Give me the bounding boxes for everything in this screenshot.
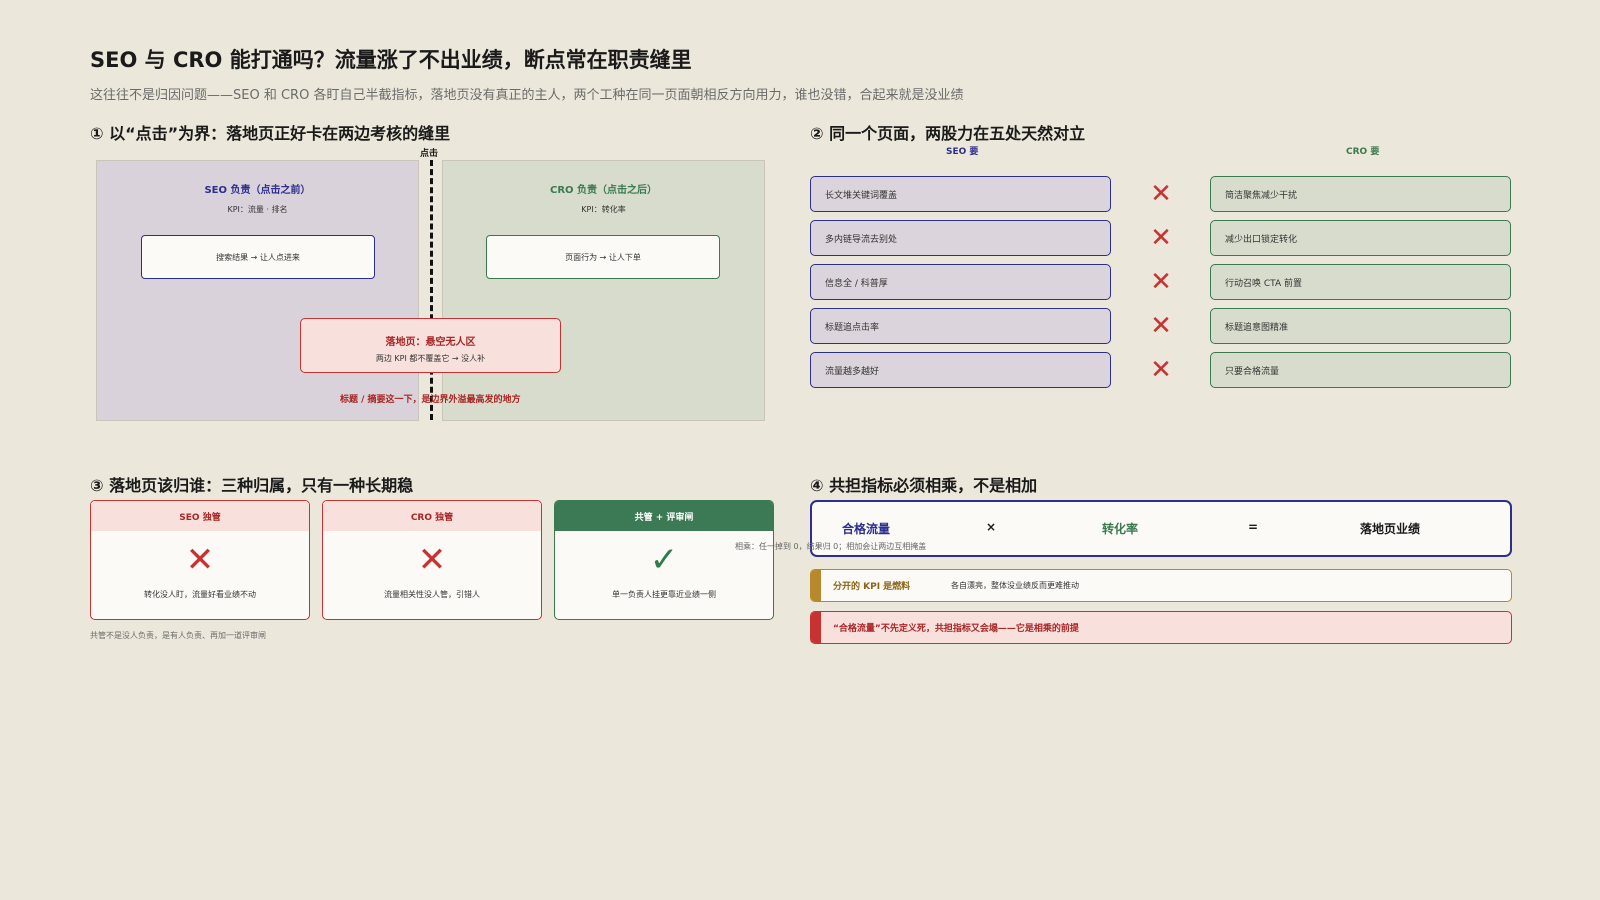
ownership-card-cro: CRO 独管 ✕ 流量相关性没人管，引错人 — [322, 500, 542, 620]
cro-zone-title: CRO 负责（点击之后） — [549, 185, 658, 196]
cro-demand-2: 减少出口锁定转化 — [1210, 220, 1511, 256]
seo-demand-4: 标题追点击率 — [810, 308, 1111, 344]
kpi-fuel-bar: 分开的 KPI 是燃料 各自漂亮，整体没业绩反而更难推动 — [810, 569, 1512, 602]
page-subtitle: 这往往不是归因问题——SEO 和 CRO 各盯自己半截指标，落地页没有真正的主人… — [90, 88, 964, 103]
qualified-traffic-bar: “合格流量”不先定义死，共担指标又会塌——它是相乘的前提 — [810, 611, 1512, 644]
cro-demand-5: 只要合格流量 — [1210, 352, 1511, 388]
landing-page-box: 落地页：悬空无人区 两边 KPI 都不覆盖它 → 没人补 — [300, 318, 561, 373]
section3-title: ③ 落地页该归谁：三种归属，只有一种长期稳 — [90, 476, 414, 495]
landing-note: 标题 / 摘要这一下，是边界外溢最高发的地方 — [340, 395, 521, 405]
cross-icon: ✕ — [185, 540, 215, 580]
cro-demand-1: 简洁聚焦减少干扰 — [1210, 176, 1511, 212]
card-desc: 转化没人盯，流量好看业绩不动 — [144, 590, 256, 599]
multiply-icon: × — [986, 520, 997, 534]
conflict-icon: ✕ — [1150, 355, 1172, 385]
formula-qualified-traffic: 合格流量 — [842, 522, 891, 536]
cro-zone-box: 页面行为 → 让人下单 — [486, 235, 720, 279]
click-boundary-label: 点击 — [420, 149, 439, 159]
cro-zone: CRO 负责（点击之后） KPI：转化率 页面行为 → 让人下单 — [442, 160, 765, 421]
seo-demand-1: 长文堆关键词覆盖 — [810, 176, 1111, 212]
card-head: CRO 独管 — [323, 501, 541, 531]
formula-note: 相乘：任一掉到 0，结果归 0；相加会让两边互相掩盖 — [735, 542, 927, 551]
section1-title: ① 以“点击”为界：落地页正好卡在两边考核的缝里 — [90, 124, 451, 143]
cro-column-head: CRO 要 — [1346, 147, 1380, 157]
equals-icon: = — [1248, 520, 1259, 534]
page-title: SEO 与 CRO 能打通吗？流量涨了不出业绩，断点常在职责缝里 — [90, 48, 692, 72]
card-head: SEO 独管 — [91, 501, 309, 531]
card-desc: 流量相关性没人管，引错人 — [384, 590, 480, 599]
bar-text: 各自漂亮，整体没业绩反而更难推动 — [951, 581, 1079, 590]
landing-title: 落地页：悬空无人区 — [385, 337, 476, 348]
seo-column-head: SEO 要 — [946, 147, 979, 157]
seo-zone-kpi: KPI：流量 · 排名 — [227, 205, 288, 214]
formula-conversion-rate: 转化率 — [1102, 522, 1139, 536]
cro-demand-4: 标题追意图精准 — [1210, 308, 1511, 344]
landing-desc: 两边 KPI 都不覆盖它 → 没人补 — [375, 354, 486, 363]
ownership-card-shared: 共管 + 评审闸 ✓ 单一负责人挂更靠近业绩一侧 — [554, 500, 774, 620]
bar-label: 分开的 KPI 是燃料 — [833, 582, 911, 592]
bar-label: “合格流量”不先定义死，共担指标又会塌——它是相乘的前提 — [833, 624, 1079, 634]
section3-note: 共管不是没人负责，是有人负责、再加一道评审闸 — [90, 631, 266, 640]
cro-demand-3: 行动召唤 CTA 前置 — [1210, 264, 1511, 300]
seo-demand-3: 信息全 / 科普厚 — [810, 264, 1111, 300]
section2-title: ② 同一个页面，两股力在五处天然对立 — [810, 124, 1086, 143]
seo-demand-2: 多内链导流去别处 — [810, 220, 1111, 256]
ownership-card-seo: SEO 独管 ✕ 转化没人盯，流量好看业绩不动 — [90, 500, 310, 620]
conflict-icon: ✕ — [1150, 179, 1172, 209]
seo-zone-title: SEO 负责（点击之前） — [204, 185, 311, 196]
section4-title: ④ 共担指标必须相乘，不是相加 — [810, 476, 1038, 495]
seo-zone-box: 搜索结果 → 让人点进来 — [141, 235, 375, 279]
bar-accent — [811, 570, 821, 601]
card-desc: 单一负责人挂更靠近业绩一侧 — [612, 590, 716, 599]
seo-zone: SEO 负责（点击之前） KPI：流量 · 排名 搜索结果 → 让人点进来 — [96, 160, 419, 421]
seo-demand-5: 流量越多越好 — [810, 352, 1111, 388]
click-boundary-line — [430, 160, 433, 420]
card-head: 共管 + 评审闸 — [555, 501, 773, 531]
cro-zone-kpi: KPI：转化率 — [581, 205, 626, 214]
conflict-icon: ✕ — [1150, 267, 1172, 297]
conflict-icon: ✕ — [1150, 223, 1172, 253]
formula-landing-performance: 落地页业绩 — [1360, 522, 1421, 536]
cross-icon: ✕ — [417, 540, 447, 580]
bar-accent — [811, 612, 821, 643]
conflict-icon: ✕ — [1150, 311, 1172, 341]
